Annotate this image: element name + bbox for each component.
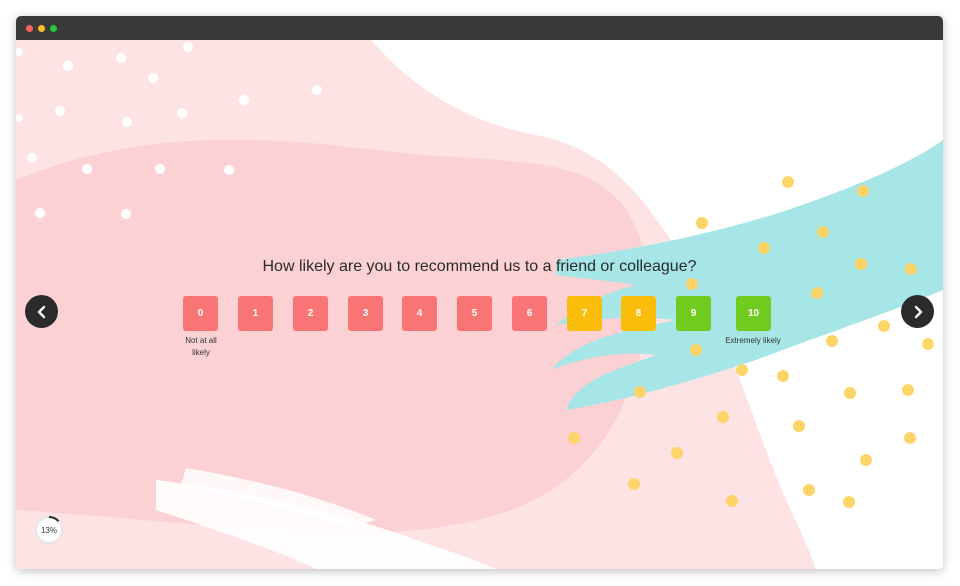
- survey-question: How likely are you to recommend us to a …: [262, 258, 697, 275]
- score-button-0[interactable]: 0: [183, 296, 218, 331]
- score-button-10[interactable]: 10: [736, 296, 771, 331]
- chevron-left-icon: [37, 305, 45, 318]
- score-button-9[interactable]: 9: [676, 296, 711, 331]
- previous-button[interactable]: [25, 295, 58, 328]
- low-score-label-line2: likely: [192, 348, 210, 357]
- chevron-right-icon: [914, 305, 922, 318]
- score-button-4[interactable]: 4: [402, 296, 437, 331]
- score-button-3[interactable]: 3: [348, 296, 383, 331]
- low-score-label: Not at all likely: [176, 335, 226, 359]
- close-window-button[interactable]: [26, 25, 33, 32]
- nps-scale: 0 1 2 3 4 5 6 7 8 9 10: [16, 296, 943, 336]
- score-button-1[interactable]: 1: [238, 296, 273, 331]
- score-button-2[interactable]: 2: [293, 296, 328, 331]
- window-titlebar: [16, 16, 943, 40]
- score-button-6[interactable]: 6: [512, 296, 547, 331]
- minimize-window-button[interactable]: [38, 25, 45, 32]
- score-button-5[interactable]: 5: [457, 296, 492, 331]
- score-button-8[interactable]: 8: [621, 296, 656, 331]
- low-score-label-line1: Not at all: [185, 336, 217, 345]
- survey-page: How likely are you to recommend us to a …: [16, 40, 943, 569]
- progress-indicator: 13%: [34, 515, 64, 545]
- next-button[interactable]: [901, 295, 934, 328]
- high-score-label: Extremely likely: [725, 336, 781, 345]
- score-button-7[interactable]: 7: [567, 296, 602, 331]
- maximize-window-button[interactable]: [50, 25, 57, 32]
- progress-percent: 13%: [40, 525, 57, 535]
- browser-window: How likely are you to recommend us to a …: [16, 16, 943, 569]
